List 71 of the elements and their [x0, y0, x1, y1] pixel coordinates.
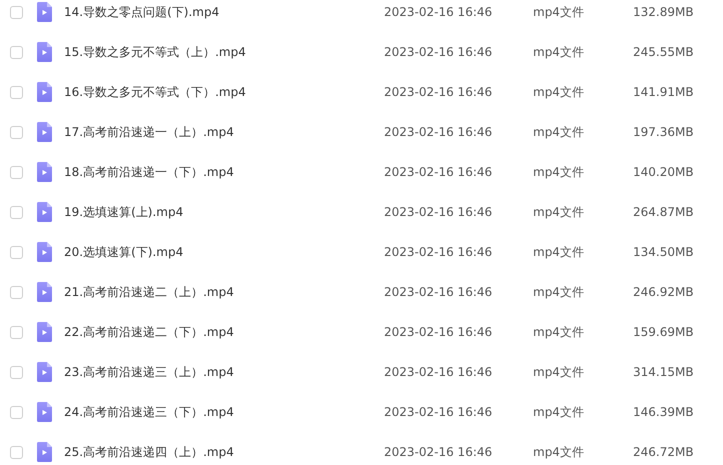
file-name[interactable]: 23.高考前沿速递三（上）.mp4 [64, 362, 384, 382]
file-name[interactable]: 14.导数之零点问题(下).mp4 [64, 2, 384, 22]
file-size: 245.55MB [633, 44, 694, 61]
file-date: 2023-02-16 16:46 [384, 324, 494, 341]
file-size: 314.15MB [633, 364, 694, 381]
file-type: mp4文件 [533, 44, 585, 61]
video-file-icon [37, 202, 52, 222]
file-date: 2023-02-16 16:46 [384, 284, 494, 301]
checkbox[interactable] [10, 246, 23, 259]
file-type: mp4文件 [533, 204, 585, 221]
file-type: mp4文件 [533, 84, 585, 101]
file-size: 246.92MB [633, 284, 694, 301]
file-name[interactable]: 18.高考前沿速递一（下）.mp4 [64, 162, 384, 182]
video-file-icon [37, 122, 52, 142]
file-size: 159.69MB [633, 324, 694, 341]
video-file-icon [37, 282, 52, 302]
file-name[interactable]: 21.高考前沿速递二（上）.mp4 [64, 282, 384, 302]
file-type: mp4文件 [533, 444, 585, 461]
file-type: mp4文件 [533, 124, 585, 141]
file-date: 2023-02-16 16:46 [384, 244, 494, 261]
checkbox[interactable] [10, 366, 23, 379]
file-name[interactable]: 24.高考前沿速递三（下）.mp4 [64, 402, 384, 422]
file-date: 2023-02-16 16:46 [384, 84, 494, 101]
file-name[interactable]: 17.高考前沿速递一（上）.mp4 [64, 122, 384, 142]
checkbox[interactable] [10, 166, 23, 179]
file-date: 2023-02-16 16:46 [384, 204, 494, 221]
checkbox[interactable] [10, 46, 23, 59]
file-name[interactable]: 19.选填速算(上).mp4 [64, 202, 384, 222]
file-size: 140.20MB [633, 164, 694, 181]
file-type: mp4文件 [533, 4, 585, 21]
video-file-icon [37, 242, 52, 262]
file-size: 197.36MB [633, 124, 694, 141]
file-name[interactable]: 20.选填速算(下).mp4 [64, 242, 384, 262]
file-date: 2023-02-16 16:46 [384, 4, 494, 21]
video-file-icon [37, 402, 52, 422]
video-file-icon [37, 82, 52, 102]
file-date: 2023-02-16 16:46 [384, 164, 494, 181]
file-type: mp4文件 [533, 404, 585, 421]
checkbox[interactable] [10, 126, 23, 139]
file-size: 134.50MB [633, 244, 694, 261]
file-size: 141.91MB [633, 84, 694, 101]
checkbox[interactable] [10, 406, 23, 419]
video-file-icon [37, 322, 52, 342]
file-size: 246.72MB [633, 444, 694, 461]
video-file-icon [37, 362, 52, 382]
file-date: 2023-02-16 16:46 [384, 44, 494, 61]
file-type: mp4文件 [533, 324, 585, 341]
file-type: mp4文件 [533, 284, 585, 301]
file-type: mp4文件 [533, 364, 585, 381]
file-type: mp4文件 [533, 164, 585, 181]
video-file-icon [37, 42, 52, 62]
video-file-icon [37, 442, 52, 462]
checkbox[interactable] [10, 206, 23, 219]
file-name[interactable]: 22.高考前沿速递二（下）.mp4 [64, 322, 384, 342]
checkbox[interactable] [10, 286, 23, 299]
checkbox[interactable] [10, 446, 23, 459]
file-size: 146.39MB [633, 404, 694, 421]
file-date: 2023-02-16 16:46 [384, 124, 494, 141]
checkbox[interactable] [10, 86, 23, 99]
file-date: 2023-02-16 16:46 [384, 364, 494, 381]
file-date: 2023-02-16 16:46 [384, 444, 494, 461]
file-name[interactable]: 25.高考前沿速递四（上）.mp4 [64, 442, 384, 462]
file-name[interactable]: 16.导数之多元不等式（下）.mp4 [64, 82, 384, 102]
video-file-icon [37, 162, 52, 182]
file-name[interactable]: 15.导数之多元不等式（上）.mp4 [64, 42, 384, 62]
file-date: 2023-02-16 16:46 [384, 404, 494, 421]
checkbox[interactable] [10, 326, 23, 339]
checkbox[interactable] [10, 6, 23, 19]
file-type: mp4文件 [533, 244, 585, 261]
file-size: 132.89MB [633, 4, 694, 21]
file-size: 264.87MB [633, 204, 694, 221]
